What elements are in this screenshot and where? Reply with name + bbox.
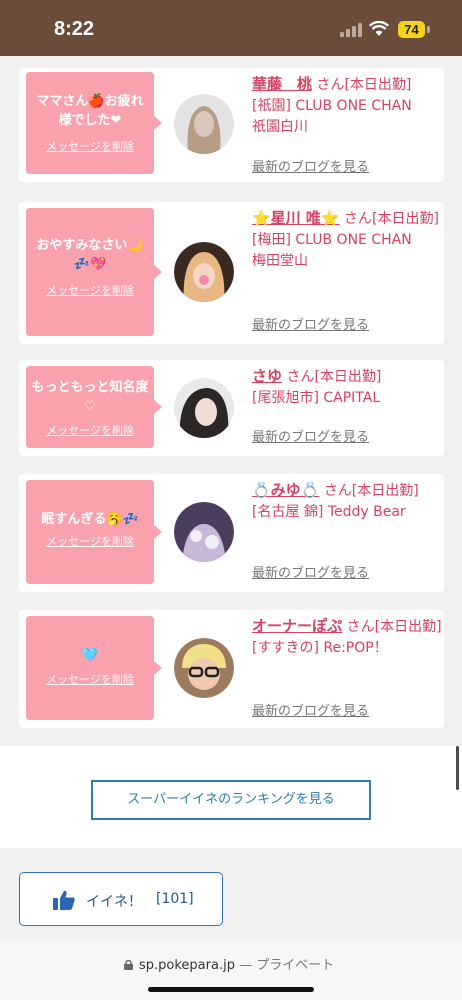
message-text: ママさん🍎お疲れ様でした❤ (36, 94, 144, 128)
battery-icon: 74 (398, 21, 425, 38)
scrollbar[interactable] (456, 746, 459, 790)
message-card: 🩵 メッセージを削除 オーナーぽぷ さん[本日出勤] [すすきの] Re:POP… (19, 610, 444, 728)
shop-name: [梅田] CLUB ONE CHAN (252, 232, 412, 248)
attendance-status: さん[本日出勤] (323, 483, 419, 499)
message-card: ママさん🍎お疲れ様でした❤ メッセージを削除 華藤 桃 さん[本日出勤] [祇園… (19, 68, 444, 182)
avatar[interactable] (174, 378, 234, 438)
cast-info: ⭐星川 唯⭐ さん[本日出勤] [梅田] CLUB ONE CHAN 梅田堂山 (252, 208, 442, 272)
attendance-status: さん[本日出勤] (286, 369, 382, 385)
like-button[interactable]: イイネ！ [101] (19, 872, 223, 926)
message-card: 眠すんぎる🥱💤 メッセージを削除 💍みゆ💍 さん[本日出勤] [名古屋 錦] T… (19, 474, 444, 592)
message-text: おやすみなさい🌙💤💖 (36, 238, 144, 272)
url-separator: — (234, 958, 257, 973)
address-text: sp.pokepara.jp — プライベート (124, 954, 334, 973)
attendance-status: さん[本日出勤] (344, 211, 439, 227)
message-text: 眠すんぎる🥱💤 (41, 512, 139, 527)
delete-message-link[interactable]: メッセージを削除 (26, 282, 154, 298)
message-text: もっともっと知名度♡ (31, 380, 149, 414)
cast-name-link[interactable]: ⭐星川 唯⭐ (252, 209, 340, 227)
shop-area: 祇園白川 (252, 119, 308, 135)
message-bubble: 眠すんぎる🥱💤 メッセージを削除 (26, 480, 162, 584)
like-label: イイネ！ (86, 894, 142, 910)
cast-name-link[interactable]: さゆ (252, 367, 282, 385)
message-bubble: おやすみなさい🌙💤💖 メッセージを削除 (26, 208, 162, 336)
cast-info: 💍みゆ💍 さん[本日出勤] [名古屋 錦] Teddy Bear (252, 480, 442, 523)
delete-message-link[interactable]: メッセージを削除 (26, 533, 154, 549)
shop-name: [祇園] CLUB ONE CHAN (252, 98, 412, 114)
shop-area: 梅田堂山 (252, 253, 308, 269)
signal-icon (340, 22, 362, 37)
latest-blog-link[interactable]: 最新のブログを見る (252, 426, 369, 445)
message-card: もっともっと知名度♡ メッセージを削除 さゆ さん[本日出勤] [尾張旭市] C… (19, 360, 444, 456)
message-card: おやすみなさい🌙💤💖 メッセージを削除 ⭐星川 唯⭐ さん[本日出勤] [梅田]… (19, 202, 444, 344)
super-like-ranking-button[interactable]: スーパーイイネのランキングを見る (91, 780, 371, 820)
message-bubble: ママさん🍎お疲れ様でした❤ メッセージを削除 (26, 72, 162, 174)
latest-blog-link[interactable]: 最新のブログを見る (252, 156, 369, 175)
status-bar: 8:22 74 (0, 0, 462, 56)
cast-info: オーナーぽぷ さん[本日出勤] [すすきの] Re:POP！ (252, 616, 442, 659)
cast-info: 華藤 桃 さん[本日出勤] [祇園] CLUB ONE CHAN 祇園白川 (252, 74, 442, 138)
lock-icon (124, 960, 133, 970)
cast-name-link[interactable]: 💍みゆ💍 (252, 481, 319, 499)
like-count: [101] (156, 891, 194, 907)
delete-message-link[interactable]: メッセージを削除 (26, 138, 154, 154)
url-domain: sp.pokepara.jp (139, 958, 235, 973)
private-mode-label: プライベート (256, 958, 335, 973)
latest-blog-link[interactable]: 最新のブログを見る (252, 700, 369, 719)
ranking-section: スーパーイイネのランキングを見る (0, 746, 462, 848)
cast-name-link[interactable]: オーナーぽぷ (252, 617, 342, 635)
thumbs-up-icon (53, 890, 75, 910)
message-text: 🩵 (81, 648, 99, 663)
avatar[interactable] (174, 502, 234, 562)
avatar[interactable] (174, 638, 234, 698)
latest-blog-link[interactable]: 最新のブログを見る (252, 562, 369, 581)
shop-name: [尾張旭市] CAPITAL (252, 390, 381, 406)
status-time: 8:22 (54, 18, 95, 40)
wifi-icon (369, 21, 389, 36)
address-bar[interactable]: sp.pokepara.jp — プライベート (0, 940, 462, 1000)
cast-name-link[interactable]: 華藤 桃 (252, 75, 312, 93)
avatar[interactable] (174, 94, 234, 154)
cast-info: さゆ さん[本日出勤] [尾張旭市] CAPITAL (252, 366, 442, 409)
delete-message-link[interactable]: メッセージを削除 (26, 671, 154, 687)
battery-nub (427, 26, 430, 33)
shop-name: [すすきの] Re:POP！ (252, 640, 388, 656)
shop-name: [名古屋 錦] Teddy Bear (252, 504, 406, 520)
attendance-status: さん[本日出勤] (346, 619, 442, 635)
message-bubble: もっともっと知名度♡ メッセージを削除 (26, 366, 162, 448)
message-list: ママさん🍎お疲れ様でした❤ メッセージを削除 華藤 桃 さん[本日出勤] [祇園… (0, 56, 462, 746)
avatar[interactable] (174, 242, 234, 302)
attendance-status: さん[本日出勤] (316, 77, 412, 93)
message-bubble: 🩵 メッセージを削除 (26, 616, 162, 720)
home-indicator[interactable] (148, 987, 314, 992)
delete-message-link[interactable]: メッセージを削除 (26, 422, 154, 438)
latest-blog-link[interactable]: 最新のブログを見る (252, 314, 369, 333)
